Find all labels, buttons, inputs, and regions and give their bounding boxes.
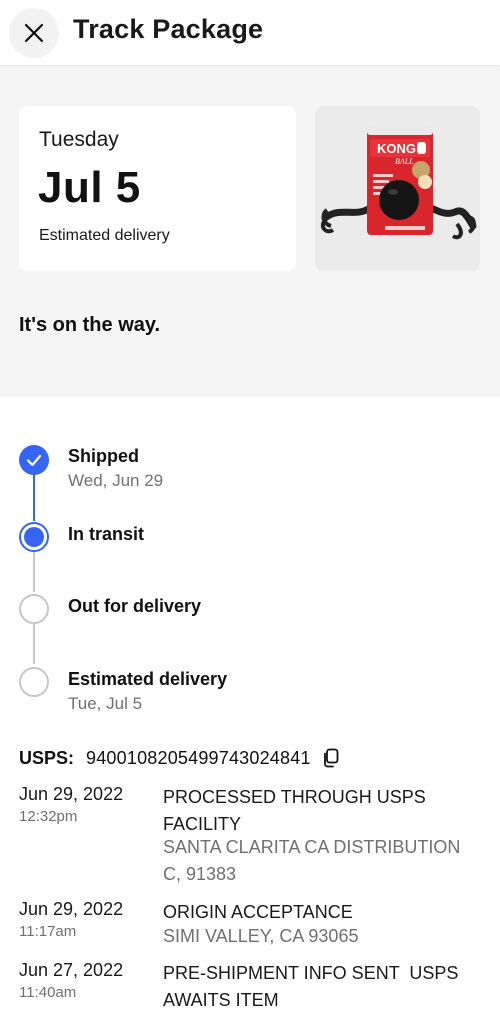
step-current-indicator bbox=[19, 522, 49, 552]
product-name-text: BALL bbox=[395, 157, 414, 166]
tracking-event: Jun 27, 2022 11:40am PRE-SHIPMENT INFO S… bbox=[0, 960, 500, 1015]
tracking-number[interactable]: 9400108205499743024841 bbox=[86, 748, 311, 769]
step-title-out-for-delivery: Out for delivery bbox=[68, 596, 202, 616]
event-description: ORIGIN ACCEPTANCE bbox=[163, 902, 353, 922]
step-title-in-transit: In transit bbox=[68, 524, 145, 544]
step-date-shipped: Wed, Jun 29 bbox=[68, 471, 164, 490]
tracking-event: Jun 29, 2022 12:32pm PROCESSED THROUGH U… bbox=[0, 784, 500, 888]
tracking-event: Jun 29, 2022 11:17am ORIGIN ACCEPTANCE S… bbox=[0, 899, 500, 951]
product-brand-text: KONG bbox=[377, 141, 416, 156]
delivery-summary: Tuesday Jul 5 Estimated delivery KONG BA… bbox=[0, 67, 500, 397]
event-time: 12:32pm bbox=[19, 808, 78, 825]
check-icon bbox=[26, 454, 42, 467]
timeline-connector bbox=[33, 624, 35, 664]
estimated-delivery-card: Tuesday Jul 5 Estimated delivery bbox=[19, 106, 296, 271]
close-icon bbox=[24, 23, 44, 43]
step-done-indicator bbox=[19, 445, 49, 475]
timeline-connector bbox=[33, 552, 35, 592]
event-location: SIMI VALLEY, CA 93065 bbox=[163, 926, 359, 946]
step-pending-indicator bbox=[19, 594, 49, 624]
copy-icon bbox=[323, 748, 339, 768]
product-image[interactable]: KONG BALL bbox=[315, 106, 480, 271]
app-header: Track Package bbox=[0, 0, 500, 66]
event-date: Jun 29, 2022 bbox=[19, 784, 124, 804]
delivery-date: Jul 5 bbox=[38, 163, 141, 212]
shipment-timeline: Shipped Wed, Jun 29 In transit Out for d… bbox=[0, 430, 500, 730]
event-date: Jun 29, 2022 bbox=[19, 899, 124, 919]
carrier-label: USPS: bbox=[19, 747, 75, 768]
close-button[interactable] bbox=[9, 8, 59, 58]
step-date-estimated-delivery: Tue, Jul 5 bbox=[68, 694, 143, 713]
estimated-delivery-label: Estimated delivery bbox=[39, 227, 170, 244]
step-title-estimated-delivery: Estimated delivery bbox=[68, 669, 228, 689]
step-pending-indicator bbox=[19, 667, 49, 697]
step-title-shipped: Shipped bbox=[68, 446, 139, 466]
tracking-number-row: USPS: 9400108205499743024841 bbox=[19, 745, 342, 771]
event-time: 11:17am bbox=[19, 923, 77, 940]
event-description: PRE-SHIPMENT INFO SENT USPS AWAITS ITEM bbox=[163, 963, 463, 1010]
delivery-day: Tuesday bbox=[39, 128, 119, 151]
event-time: 11:40am bbox=[19, 984, 77, 1001]
event-description: PROCESSED THROUGH USPS FACILITY bbox=[163, 787, 426, 834]
timeline-connector bbox=[33, 475, 35, 521]
copy-button[interactable] bbox=[320, 747, 342, 769]
event-date: Jun 27, 2022 bbox=[19, 960, 124, 980]
product-illustration: KONG BALL bbox=[320, 127, 477, 240]
page-title: Track Package bbox=[73, 14, 264, 44]
status-message: It's on the way. bbox=[19, 314, 161, 336]
event-location: SANTA CLARITA CA DISTRIBUTION C, 91383 bbox=[163, 837, 461, 884]
